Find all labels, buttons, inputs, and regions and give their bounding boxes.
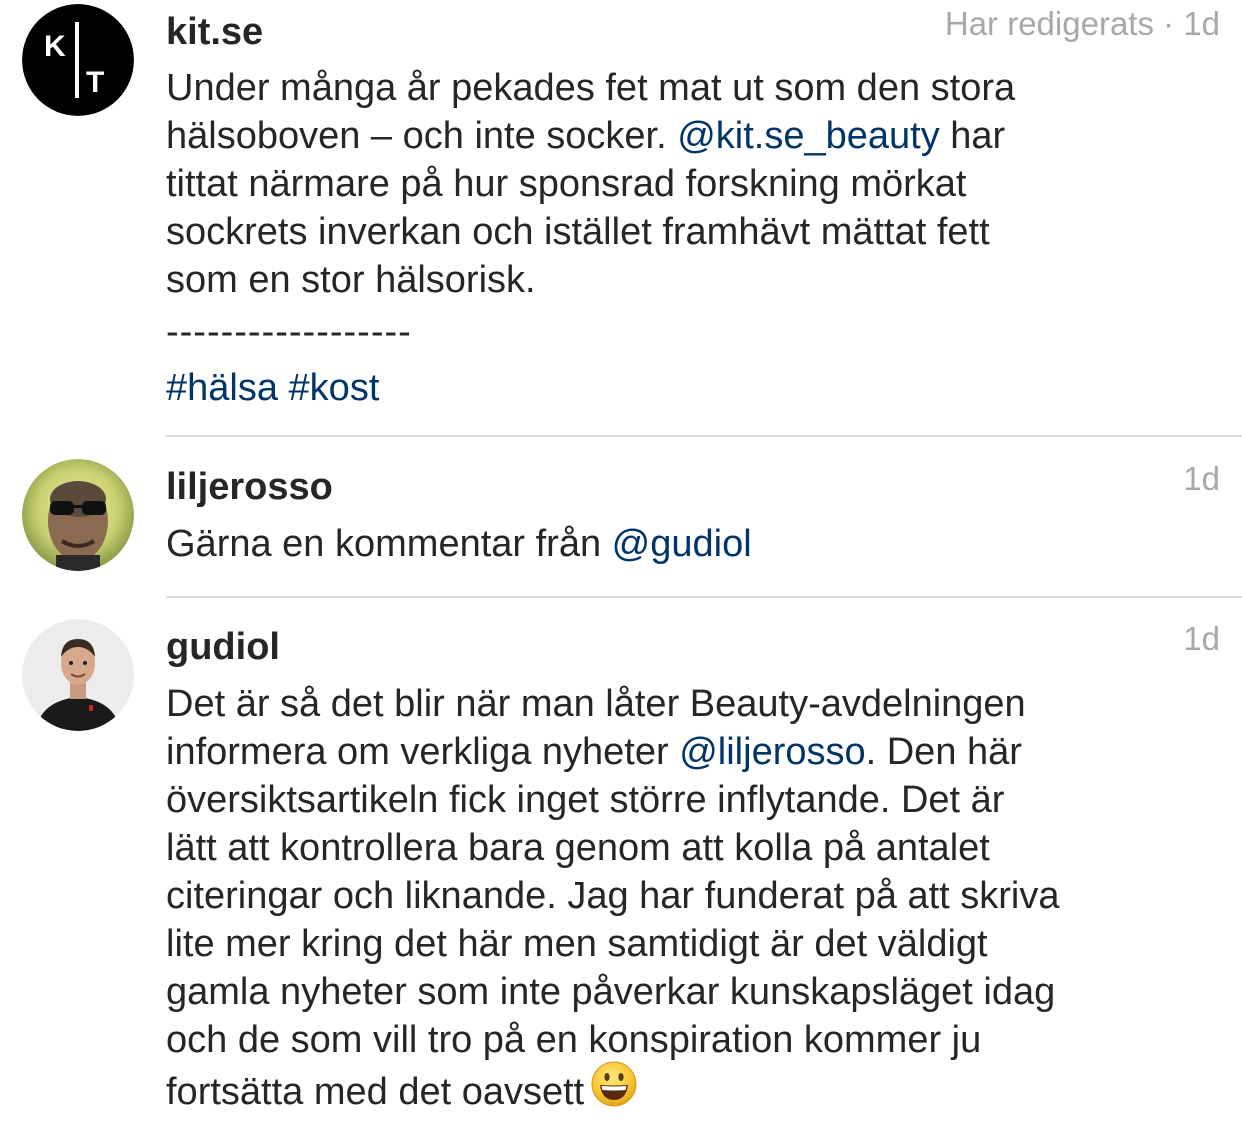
comment-line: hälsoboven – och inte socker. @kit.se_be… (166, 115, 1006, 157)
comment-line: sockrets inverkan och istället framhävt … (166, 211, 990, 253)
comment-text: Gärna en kommentar från @gudiol (166, 523, 752, 565)
comment-line: lite mer kring det här men samtidigt är … (166, 923, 988, 965)
separator-dashes: ------------------ (166, 311, 412, 353)
comment-line: fortsätta med det oavsett (166, 1061, 1226, 1124)
comment-time: 1d (1183, 620, 1220, 657)
mention-link[interactable]: @kit.se_beauty (677, 115, 940, 157)
comment-line: informera om verkliga nyheter @liljeross… (166, 731, 1022, 773)
svg-text:T: T (86, 66, 104, 99)
hashtag-link[interactable]: #kost (289, 367, 380, 409)
comment-divider (166, 435, 1242, 437)
svg-text:K: K (44, 30, 66, 63)
comment-line: som en stor hälsorisk. (166, 259, 536, 301)
comment-line: citeringar och liknande. Jag har fundera… (166, 875, 1060, 917)
comment-text: Under många år pekades fet mat ut som de… (166, 64, 1226, 304)
grinning-face-emoji (590, 1060, 638, 1120)
user-photo-avatar[interactable] (22, 619, 134, 731)
kit-logo-avatar[interactable]: K T (22, 4, 134, 116)
comment-line: gamla nyheter som inte påverkar kunskaps… (166, 971, 1056, 1013)
comment-line: tittat närmare på hur sponsrad forskning… (166, 163, 967, 205)
comment-line: Under många år pekades fet mat ut som de… (166, 67, 1016, 109)
comment-line: och de som vill tro på en konspiration k… (166, 1019, 982, 1061)
comment-meta-edited-time: Har redigerats · 1d (944, 5, 1220, 42)
hashtags: #hälsa #kost (166, 364, 1226, 412)
comment-username[interactable]: kit.se (166, 10, 263, 54)
mention-link[interactable]: @gudiol (612, 523, 752, 565)
hashtag-link[interactable]: #hälsa (166, 367, 278, 409)
comment-text: Det är så det blir när man låter Beauty-… (166, 680, 1226, 1124)
comment-username[interactable]: liljerosso (166, 465, 333, 509)
mention-link[interactable]: @liljerosso (679, 731, 865, 773)
comment-divider (166, 596, 1242, 598)
comment-line: översiktsartikeln fick inget större infl… (166, 779, 1005, 821)
comment-line: Det är så det blir när man låter Beauty-… (166, 683, 1026, 725)
comment-line: lätt att kontrollera bara genom att koll… (166, 827, 990, 869)
user-photo-avatar[interactable] (22, 459, 134, 571)
comment-username[interactable]: gudiol (166, 625, 280, 669)
comment-time: 1d (1183, 460, 1220, 497)
